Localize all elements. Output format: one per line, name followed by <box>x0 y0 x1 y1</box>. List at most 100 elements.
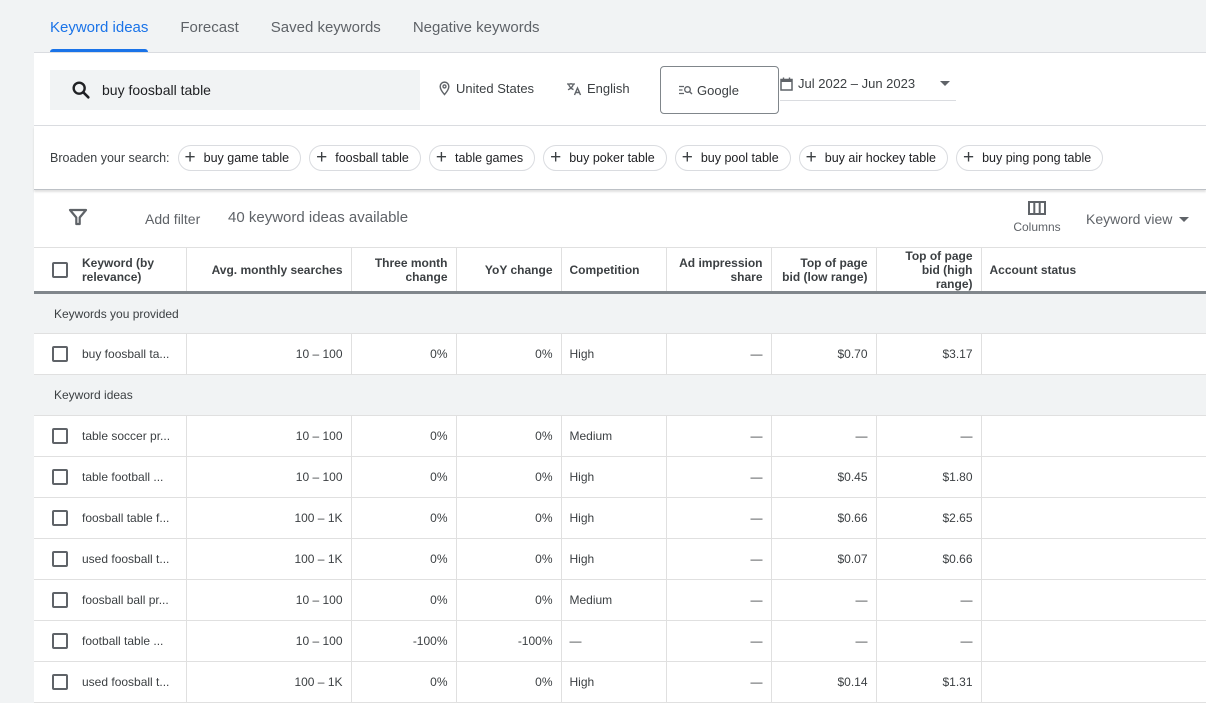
broaden-chip[interactable]: + buy ping pong table <box>955 144 1104 171</box>
account-status-cell <box>981 333 1206 375</box>
keyword-cell[interactable]: football table ... <box>82 620 187 662</box>
row-checkbox[interactable] <box>52 674 68 690</box>
broaden-chip[interactable]: + buy pool table <box>674 144 791 171</box>
bid-low-cell: — <box>771 620 877 662</box>
bid-high-cell: — <box>876 620 982 662</box>
keyword-cell[interactable]: table football ... <box>82 456 187 498</box>
broaden-chip[interactable]: + table games <box>428 144 536 171</box>
keyword-cell[interactable]: used foosball t... <box>82 538 187 580</box>
keyword-cell[interactable]: table soccer pr... <box>82 415 187 457</box>
table-row[interactable]: foosball ball pr... 10 – 100 0% 0% Medium — — — <box>34 579 1206 621</box>
chip-label: buy ping pong table <box>982 150 1092 165</box>
row-select-cell <box>34 415 82 457</box>
broaden-chip[interactable]: + buy game table <box>177 144 302 171</box>
search-network-icon <box>679 85 693 95</box>
columns-button[interactable]: Columns <box>1012 201 1062 234</box>
columns-label: Columns <box>1013 220 1061 234</box>
column-header-ad-impression-share[interactable]: Ad impression share <box>666 247 772 294</box>
row-checkbox[interactable] <box>52 551 68 567</box>
select-all-checkbox[interactable] <box>52 261 68 278</box>
three-month-change-cell: 0% <box>351 415 457 457</box>
keyword-search-box[interactable] <box>50 70 420 110</box>
keyword-cell[interactable]: used foosball t... <box>82 661 187 703</box>
ad-impression-share-cell: — <box>666 497 772 539</box>
competition-cell: High <box>561 333 667 375</box>
row-checkbox[interactable] <box>52 510 68 526</box>
row-checkbox[interactable] <box>52 633 68 649</box>
avg-monthly-searches-cell: 10 – 100 <box>186 333 352 375</box>
row-select-cell <box>34 456 82 498</box>
column-header-yoy-change[interactable]: YoY change <box>456 247 562 294</box>
row-checkbox[interactable] <box>52 428 68 444</box>
bid-low-cell: $0.45 <box>771 456 877 498</box>
table-row[interactable]: football table ... 10 – 100 -100% -100% — — — — <box>34 620 1206 662</box>
table-row[interactable]: foosball table f... 100 – 1K 0% 0% High — $0.6… <box>34 497 1206 539</box>
broaden-chip[interactable]: + buy poker table <box>543 144 667 171</box>
account-status-cell <box>981 415 1206 457</box>
avg-monthly-searches-cell: 10 – 100 <box>186 415 352 457</box>
search-network-selector[interactable]: Google <box>660 66 779 114</box>
broaden-chip[interactable]: + buy air hockey table <box>798 144 948 171</box>
table-row[interactable]: table soccer pr... 10 – 100 0% 0% Medium — — — <box>34 415 1206 457</box>
competition-cell: High <box>561 497 667 539</box>
bid-high-cell: $2.65 <box>876 497 982 539</box>
filter-icon[interactable] <box>68 208 88 226</box>
row-checkbox[interactable] <box>52 346 68 362</box>
table-row[interactable]: used foosball t... 100 – 1K 0% 0% High — $0.07… <box>34 538 1206 580</box>
group-header-row: Keywords you provided <box>34 292 1206 334</box>
table-row[interactable]: buy foosball ta... 10 – 100 0% 0% High — $0.70… <box>34 333 1206 375</box>
three-month-change-cell: 0% <box>351 497 457 539</box>
bid-high-cell: — <box>876 579 982 621</box>
bid-low-cell: — <box>771 415 877 457</box>
table-row[interactable]: used foosball t... 100 – 1K 0% 0% High — $0.14… <box>34 661 1206 703</box>
column-header-three-month-change[interactable]: Three month change <box>351 247 457 294</box>
bid-high-cell: $3.17 <box>876 333 982 375</box>
plus-icon: + <box>435 147 447 168</box>
column-header-competition[interactable]: Competition <box>561 247 667 294</box>
keyword-cell[interactable]: foosball table f... <box>82 497 187 539</box>
row-checkbox[interactable] <box>52 592 68 608</box>
tab-negative-keywords[interactable]: Negative keywords <box>397 19 556 52</box>
column-header-bid-high[interactable]: Top of page bid (high range) <box>876 247 982 294</box>
table-row[interactable]: table football ... 10 – 100 0% 0% High — $0.45… <box>34 456 1206 498</box>
row-select-cell <box>34 538 82 580</box>
broaden-search-label: Broaden your search: <box>50 150 170 165</box>
three-month-change-cell: 0% <box>351 661 457 703</box>
tab-forecast[interactable]: Forecast <box>164 19 254 52</box>
account-status-cell <box>981 620 1206 662</box>
keyword-cell[interactable]: buy foosball ta... <box>82 333 187 375</box>
broaden-chip[interactable]: + foosball table <box>309 144 421 171</box>
avg-monthly-searches-cell: 10 – 100 <box>186 579 352 621</box>
row-checkbox[interactable] <box>52 469 68 485</box>
yoy-change-cell: 0% <box>456 538 562 580</box>
column-header-account-status[interactable]: Account status <box>981 247 1206 294</box>
bid-high-cell: $1.31 <box>876 661 982 703</box>
column-header-keyword[interactable]: Keyword (by relevance) <box>82 247 187 294</box>
keyword-cell[interactable]: foosball ball pr... <box>82 579 187 621</box>
avg-monthly-searches-cell: 10 – 100 <box>186 456 352 498</box>
column-header-avg-monthly-searches[interactable]: Avg. monthly searches <box>186 247 352 294</box>
chip-label: buy pool table <box>700 150 779 165</box>
date-range-selector[interactable]: Jul 2022 – Jun 2023 <box>780 67 956 101</box>
tab-keyword-ideas[interactable]: Keyword ideas <box>34 19 164 52</box>
search-network-label: Google <box>697 82 739 98</box>
row-select-cell <box>34 333 82 375</box>
tab-saved-keywords[interactable]: Saved keywords <box>255 19 397 52</box>
group-title: Keywords you provided <box>34 292 1206 334</box>
tab-bar: Keyword ideas Forecast Saved keywords Ne… <box>34 0 1206 52</box>
bid-low-cell: $0.66 <box>771 497 877 539</box>
competition-cell: — <box>561 620 667 662</box>
language-selector[interactable]: English <box>566 81 630 96</box>
group-title: Keyword ideas <box>34 374 1206 416</box>
group-header-row: Keyword ideas <box>34 374 1206 416</box>
location-selector[interactable]: United States <box>438 81 534 96</box>
add-filter-button[interactable]: Add filter <box>145 211 200 227</box>
ad-impression-share-cell: — <box>666 415 772 457</box>
column-header-bid-low[interactable]: Top of page bid (low range) <box>771 247 877 294</box>
yoy-change-cell: 0% <box>456 661 562 703</box>
plus-icon: + <box>805 147 817 168</box>
keyword-search-input[interactable] <box>102 82 402 98</box>
keyword-view-dropdown[interactable]: Keyword view <box>1086 211 1190 227</box>
competition-cell: Medium <box>561 579 667 621</box>
table-header-row: Keyword (by relevance) Avg. monthly sear… <box>34 247 1206 294</box>
